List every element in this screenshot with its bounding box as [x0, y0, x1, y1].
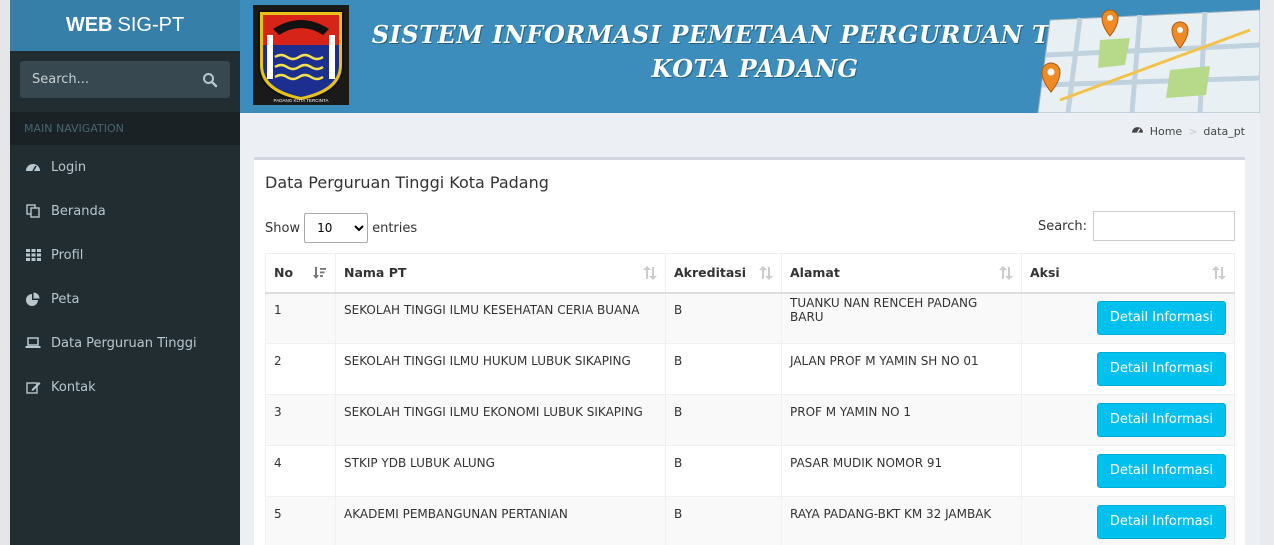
table-header-row: No Nama PT Akreditasi Alamat Aksi: [265, 253, 1235, 294]
cell-aksi: Detail Informasi: [1021, 496, 1235, 545]
table-row: 2 SEKOLAH TINGGI ILMU HUKUM LUBUK SIKAPI…: [265, 343, 1235, 395]
cell-alamat: PASAR MUDIK NOMOR 91: [781, 445, 1022, 497]
cell-aksi: Detail Informasi: [1021, 343, 1235, 395]
header-banner: PADANG KOTA TERCINTA SISTEM INFORMASI PE…: [240, 0, 1260, 113]
detail-informasi-button[interactable]: Detail Informasi: [1096, 352, 1226, 386]
sidebar-search: [20, 61, 230, 98]
data-table: No Nama PT Akreditasi Alamat Aksi 1 SEKO…: [265, 253, 1235, 545]
sort-icon: [759, 266, 773, 280]
table-row: 1 SEKOLAH TINGGI ILMU KESEHATAN CERIA BU…: [265, 292, 1235, 344]
detail-informasi-button[interactable]: Detail Informasi: [1096, 454, 1226, 488]
sidebar: WEB SIG-PT MAIN NAVIGATION Login Beranda…: [10, 0, 240, 545]
city-emblem: PADANG KOTA TERCINTA: [253, 5, 349, 105]
cell-akreditasi: B: [665, 292, 782, 344]
sidebar-item-label: Beranda: [51, 203, 106, 219]
app-logo[interactable]: WEB SIG-PT: [10, 0, 240, 51]
sidebar-item-peta[interactable]: Peta: [10, 277, 240, 321]
entries-length-control: Show 10 entries: [265, 213, 417, 243]
sort-icon: [999, 266, 1013, 280]
cell-nama-pt: STKIP YDB LUBUK ALUNG: [335, 445, 666, 497]
laptop-icon: [25, 336, 41, 350]
search-label: Search:: [1037, 218, 1087, 234]
cell-nama-pt: AKADEMI PEMBANGUNAN PERTANIAN: [335, 496, 666, 545]
sidebar-item-label: Profil: [51, 247, 84, 263]
cell-no: 1: [265, 292, 336, 344]
entries-select[interactable]: 10: [304, 213, 369, 243]
column-header-nama-pt[interactable]: Nama PT: [335, 253, 666, 294]
breadcrumb-separator: >: [1188, 124, 1198, 138]
table-row: 4 STKIP YDB LUBUK ALUNG B PASAR MUDIK NO…: [265, 445, 1235, 497]
table-search-input[interactable]: [1093, 211, 1235, 241]
cell-alamat: RAYA PADANG-BKT KM 32 JAMBAK: [781, 496, 1022, 545]
column-header-aksi[interactable]: Aksi: [1021, 253, 1235, 294]
sidebar-search-input[interactable]: [32, 72, 202, 87]
search-icon[interactable]: [202, 72, 218, 88]
cell-akreditasi: B: [665, 496, 782, 545]
breadcrumb-home[interactable]: Home: [1150, 125, 1182, 138]
entries-label: entries: [372, 220, 418, 236]
cell-alamat: PROF M YAMIN NO 1: [781, 394, 1022, 446]
cell-no: 4: [265, 445, 336, 497]
page-edge-left: [0, 0, 10, 545]
dashboard-icon: [1131, 124, 1144, 138]
dashboard-icon: [25, 160, 41, 174]
show-label: Show: [265, 220, 301, 236]
table-row: 5 AKADEMI PEMBANGUNAN PERTANIAN B RAYA P…: [265, 496, 1235, 545]
sidebar-item-label: Peta: [51, 291, 80, 307]
cell-aksi: Detail Informasi: [1021, 292, 1235, 344]
sidebar-item-data-perguruan-tinggi[interactable]: Data Perguruan Tinggi: [10, 321, 240, 365]
detail-informasi-button[interactable]: Detail Informasi: [1096, 403, 1226, 437]
column-header-no[interactable]: No: [265, 253, 336, 294]
nav-header: MAIN NAVIGATION: [10, 112, 240, 145]
sidebar-item-label: Kontak: [51, 379, 96, 395]
column-header-akreditasi[interactable]: Akreditasi: [665, 253, 782, 294]
breadcrumb-current: data_pt: [1203, 124, 1245, 138]
sidebar-item-label: Login: [51, 159, 87, 175]
detail-informasi-button[interactable]: Detail Informasi: [1096, 301, 1226, 336]
sidebar-item-beranda[interactable]: Beranda: [10, 189, 240, 233]
box-title: Data Perguruan Tinggi Kota Padang: [265, 173, 549, 192]
sidebar-item-profil[interactable]: Profil: [10, 233, 240, 277]
cell-alamat: TUANKU NAN RENCEH PADANG BARU: [781, 292, 1022, 344]
sidebar-item-kontak[interactable]: Kontak: [10, 365, 240, 409]
page-edge-right: [1260, 0, 1274, 545]
cell-no: 3: [265, 394, 336, 446]
table-search-control: Search:: [1038, 211, 1235, 241]
detail-informasi-button[interactable]: Detail Informasi: [1096, 505, 1226, 539]
map-illustration: [1037, 9, 1260, 113]
column-header-alamat[interactable]: Alamat: [781, 253, 1022, 294]
data-box: Data Perguruan Tinggi Kota Padang Show 1…: [254, 157, 1245, 545]
logo-text: SIG-PT: [117, 14, 185, 36]
logo-bold: WEB: [65, 14, 113, 36]
sort-icon: [1212, 266, 1226, 280]
grid-icon: [25, 248, 41, 262]
sort-asc-icon: [313, 267, 326, 279]
main-content: Home > data_pt Data Perguruan Tinggi Kot…: [240, 113, 1260, 545]
table-row: 3 SEKOLAH TINGGI ILMU EKONOMI LUBUK SIKA…: [265, 394, 1235, 446]
cell-akreditasi: B: [665, 394, 782, 446]
files-icon: [25, 204, 41, 218]
cell-nama-pt: SEKOLAH TINGGI ILMU HUKUM LUBUK SIKAPING: [335, 343, 666, 395]
emblem-text: PADANG KOTA TERCINTA: [274, 98, 329, 103]
sidebar-item-login[interactable]: Login: [10, 145, 240, 189]
cell-nama-pt: SEKOLAH TINGGI ILMU KESEHATAN CERIA BUAN…: [335, 292, 666, 344]
cell-nama-pt: SEKOLAH TINGGI ILMU EKONOMI LUBUK SIKAPI…: [335, 394, 666, 446]
cell-alamat: JALAN PROF M YAMIN SH NO 01: [781, 343, 1022, 395]
cell-akreditasi: B: [665, 343, 782, 395]
sort-icon: [643, 266, 657, 280]
cell-aksi: Detail Informasi: [1021, 394, 1235, 446]
edit-icon: [25, 380, 41, 394]
pie-chart-icon: [25, 292, 41, 306]
cell-no: 2: [265, 343, 336, 395]
cell-aksi: Detail Informasi: [1021, 445, 1235, 497]
cell-akreditasi: B: [665, 445, 782, 497]
breadcrumb: Home > data_pt: [1131, 124, 1245, 138]
cell-no: 5: [265, 496, 336, 545]
sidebar-item-label: Data Perguruan Tinggi: [51, 335, 197, 351]
